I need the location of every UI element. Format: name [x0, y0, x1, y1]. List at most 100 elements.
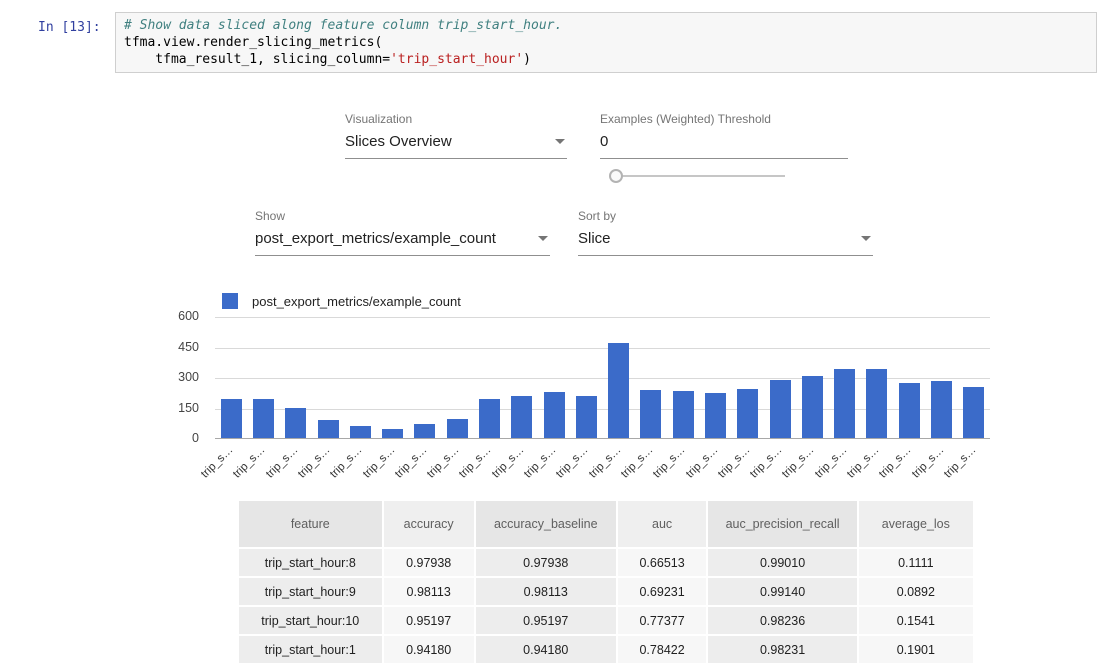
column-header-feature[interactable]: feature	[239, 501, 382, 547]
threshold-input[interactable]: Examples (Weighted) Threshold 0	[600, 112, 848, 159]
table-cell: 0.0892	[859, 578, 973, 605]
chart-baseline	[215, 438, 990, 439]
bar-9[interactable]	[511, 396, 532, 438]
threshold-value-text: 0	[600, 133, 608, 150]
table-cell: 0.78422	[618, 636, 707, 663]
column-header-auc_precision_recall[interactable]: auc_precision_recall	[708, 501, 856, 547]
table-cell: 0.98113	[384, 578, 474, 605]
table-cell: 0.99010	[708, 549, 856, 576]
chart-gridline	[215, 348, 990, 349]
bar-2[interactable]	[285, 408, 306, 439]
table-cell: 0.66513	[618, 549, 707, 576]
show-metric-dropdown[interactable]: Show post_export_metrics/example_count	[255, 209, 550, 256]
code-comment: # Show data sliced along feature column …	[124, 18, 562, 33]
bar-16[interactable]	[737, 389, 758, 438]
bar-10[interactable]	[544, 392, 565, 438]
table-cell: 0.99140	[708, 578, 856, 605]
chevron-down-icon	[555, 139, 565, 144]
table-cell: 0.95197	[476, 607, 616, 634]
table-cell: 0.77377	[618, 607, 707, 634]
code-close-paren: )	[523, 52, 531, 67]
metrics-table-container: featureaccuracyaccuracy_baselineaucauc_p…	[237, 499, 975, 668]
table-cell: 0.98231	[708, 636, 856, 663]
bar-17[interactable]	[770, 380, 791, 438]
bar-11[interactable]	[576, 396, 597, 438]
cell-prompt: In [13]:	[38, 20, 101, 35]
bar-8[interactable]	[479, 399, 500, 438]
sort-by-selected-value: Slice	[578, 227, 873, 256]
bar-1[interactable]	[253, 399, 274, 438]
table-cell: 0.94180	[384, 636, 474, 663]
show-value-text: post_export_metrics/example_count	[255, 230, 496, 247]
visualization-selected-value: Slices Overview	[345, 130, 567, 159]
bar-23[interactable]	[963, 387, 984, 438]
column-header-accuracy_baseline[interactable]: accuracy_baseline	[476, 501, 616, 547]
chart-plot-area	[215, 317, 990, 439]
y-tick-label: 150	[178, 401, 199, 415]
threshold-slider-handle[interactable]	[609, 169, 623, 183]
metrics-table: featureaccuracyaccuracy_baselineaucauc_p…	[237, 499, 975, 665]
table-cell: 0.98236	[708, 607, 856, 634]
table-cell: 0.95197	[384, 607, 474, 634]
code-string-literal: 'trip_start_hour'	[390, 52, 523, 67]
x-tick-label: trip_s…	[171, 444, 236, 509]
table-header-row: featureaccuracyaccuracy_baselineaucauc_p…	[239, 501, 973, 547]
table-cell: 0.97938	[384, 549, 474, 576]
bar-7[interactable]	[447, 419, 468, 438]
table-cell: 0.94180	[476, 636, 616, 663]
table-cell: trip_start_hour:10	[239, 607, 382, 634]
visualization-label: Visualization	[345, 112, 567, 128]
chart-y-axis: 0150300450600	[150, 317, 207, 439]
bar-20[interactable]	[866, 369, 887, 438]
table-cell: 0.1541	[859, 607, 973, 634]
table-cell: 0.1111	[859, 549, 973, 576]
column-header-auc[interactable]: auc	[618, 501, 707, 547]
show-selected-value: post_export_metrics/example_count	[255, 227, 550, 256]
table-cell: trip_start_hour:1	[239, 636, 382, 663]
threshold-label: Examples (Weighted) Threshold	[600, 112, 848, 128]
y-tick-label: 600	[178, 309, 199, 323]
table-cell: 0.98113	[476, 578, 616, 605]
y-tick-label: 300	[178, 370, 199, 384]
table-row: trip_start_hour:10.941800.941800.784220.…	[239, 636, 973, 663]
legend-label: post_export_metrics/example_count	[252, 294, 461, 309]
table-cell: 0.97938	[476, 549, 616, 576]
threshold-value: 0	[600, 130, 848, 159]
table-row: trip_start_hour:90.981130.981130.692310.…	[239, 578, 973, 605]
legend-swatch	[222, 293, 238, 309]
bar-4[interactable]	[350, 426, 371, 438]
code-cell[interactable]: # Show data sliced along feature column …	[115, 12, 1097, 73]
bar-22[interactable]	[931, 381, 952, 438]
y-tick-label: 0	[192, 431, 199, 445]
bar-6[interactable]	[414, 424, 435, 438]
chart-gridline	[215, 317, 990, 318]
code-line-2: tfma.view.render_slicing_metrics(	[124, 35, 382, 50]
sort-by-dropdown[interactable]: Sort by Slice	[578, 209, 873, 256]
chevron-down-icon	[861, 236, 871, 241]
bar-5[interactable]	[382, 429, 403, 438]
table-row: trip_start_hour:100.951970.951970.773770…	[239, 607, 973, 634]
visualization-dropdown[interactable]: Visualization Slices Overview	[345, 112, 567, 159]
bar-18[interactable]	[802, 376, 823, 438]
code-line-3: tfma_result_1, slicing_column=	[124, 52, 390, 67]
threshold-slider-track[interactable]	[610, 175, 785, 177]
bar-3[interactable]	[318, 420, 339, 438]
sort-by-label: Sort by	[578, 209, 873, 225]
table-cell: trip_start_hour:9	[239, 578, 382, 605]
chevron-down-icon	[538, 236, 548, 241]
column-header-accuracy[interactable]: accuracy	[384, 501, 474, 547]
bar-19[interactable]	[834, 369, 855, 438]
show-label: Show	[255, 209, 550, 225]
bar-0[interactable]	[221, 399, 242, 438]
sort-by-value-text: Slice	[578, 230, 611, 247]
table-cell: 0.1901	[859, 636, 973, 663]
bar-14[interactable]	[673, 391, 694, 438]
table-row: trip_start_hour:80.979380.979380.665130.…	[239, 549, 973, 576]
column-header-average_los[interactable]: average_los	[859, 501, 973, 547]
bar-21[interactable]	[899, 383, 920, 438]
table-cell: trip_start_hour:8	[239, 549, 382, 576]
y-tick-label: 450	[178, 340, 199, 354]
bar-12[interactable]	[608, 343, 629, 438]
bar-13[interactable]	[640, 390, 661, 438]
bar-15[interactable]	[705, 393, 726, 438]
